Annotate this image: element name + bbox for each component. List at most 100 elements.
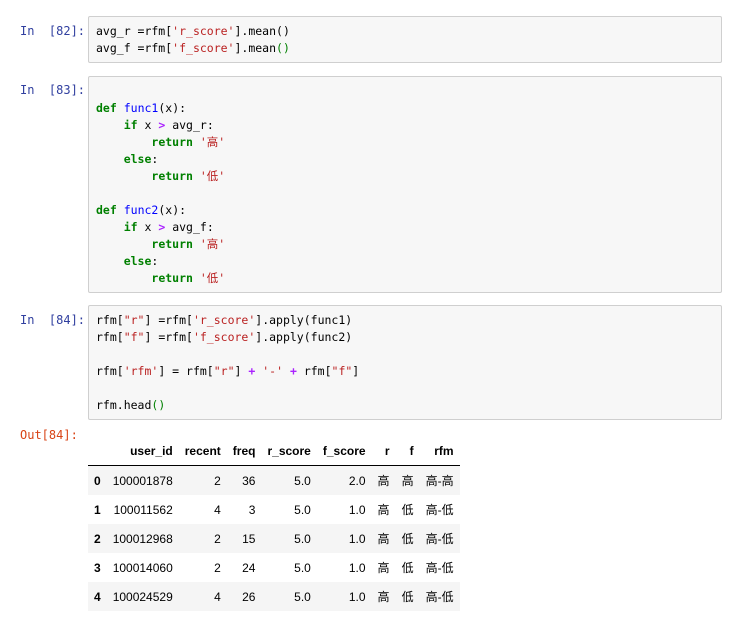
code-line: def func1(x): xyxy=(96,100,225,117)
code-token: def xyxy=(96,203,117,217)
code-token: else xyxy=(123,254,152,268)
table-cell: 高 xyxy=(377,532,390,546)
code-token: rfm[ xyxy=(96,364,124,378)
code-token: func2 xyxy=(123,203,159,217)
table-cell: 高 xyxy=(377,561,390,575)
code-token: rfm.head xyxy=(96,398,152,412)
code-token: : xyxy=(151,152,159,166)
table-cell: 高-高 xyxy=(425,474,454,488)
column-header: recent xyxy=(178,437,227,466)
row-index: 0 xyxy=(94,473,101,488)
row-index: 3 xyxy=(94,560,101,575)
table-cell: 高-低 xyxy=(425,590,454,604)
table-cell: 1.0 xyxy=(348,560,366,575)
column-header: r xyxy=(371,437,396,466)
code-block: avg_r =rfm['r_score'].mean() avg_f =rfm['… xyxy=(96,23,290,57)
table-cell: 24 xyxy=(242,560,256,575)
input-prompt: In [83]: xyxy=(20,83,86,97)
table-cell: 高-低 xyxy=(425,503,454,517)
code-token: ].mean xyxy=(234,41,277,55)
code-block: def func1(x): if x > avg_r: return '高' e… xyxy=(96,83,225,287)
code-token: "f" xyxy=(123,330,145,344)
code-line: if x > avg_r: xyxy=(96,117,225,134)
column-header: f xyxy=(395,437,420,466)
code-token: '低' xyxy=(199,169,226,183)
table-cell: 5.0 xyxy=(294,502,311,517)
code-token: rfm[ xyxy=(296,364,332,378)
code-token: 'r_score' xyxy=(192,313,256,327)
code-token: rfm[ xyxy=(96,313,124,327)
table-cell: 低 xyxy=(401,590,414,604)
table-cell: 5.0 xyxy=(294,589,311,604)
table-cell: 高 xyxy=(377,590,390,604)
table-cell: 5.0 xyxy=(294,560,311,575)
code-line: rfm["r"] =rfm['r_score'].apply(func1) xyxy=(96,312,359,329)
table-cell: 100014060 xyxy=(112,560,173,575)
code-token: + xyxy=(289,364,297,378)
dataframe-output: user_id recent freq r_score f_score r f rfm 0 10… xyxy=(88,437,460,611)
table-cell: 5.0 xyxy=(294,531,311,546)
code-token: (x): xyxy=(158,101,187,115)
column-header: f_score xyxy=(316,437,372,466)
code-block: rfm["r"] =rfm['r_score'].apply(func1) rfm… xyxy=(96,312,359,414)
column-header: user_id xyxy=(106,437,179,466)
code-token: '-' xyxy=(262,364,284,378)
code-input-area[interactable]: avg_r =rfm['r_score'].mean() avg_f =rfm['… xyxy=(88,16,722,63)
code-token: ].mean() xyxy=(234,24,290,38)
code-line: rfm["f"] =rfm['f_score'].apply(func2) xyxy=(96,329,359,346)
code-token: '低' xyxy=(199,271,226,285)
code-token: avg_f =rfm[ xyxy=(96,41,173,55)
code-token: if xyxy=(123,220,138,234)
code-token: ] =rfm[ xyxy=(144,330,193,344)
code-line: avg_r =rfm['r_score'].mean() xyxy=(96,23,290,40)
code-token: rfm[ xyxy=(96,330,124,344)
table-cell: 高 xyxy=(377,474,390,488)
table-cell: 5.0 xyxy=(294,473,311,488)
code-token: x xyxy=(137,220,159,234)
table-cell: 1.0 xyxy=(348,531,366,546)
code-token: () xyxy=(276,41,290,55)
table-cell: 100011562 xyxy=(113,502,173,517)
code-token: ] = rfm[ xyxy=(158,364,214,378)
code-token: "r" xyxy=(213,364,235,378)
table-cell: 26 xyxy=(242,589,256,604)
code-token: if xyxy=(123,118,138,132)
table-cell: 低 xyxy=(401,503,414,517)
row-index: 1 xyxy=(94,502,101,517)
code-token: '高' xyxy=(199,135,226,149)
code-token: 'f_score' xyxy=(192,330,256,344)
code-line: rfm['rfm'] = rfm["r"] + '-' + rfm["f"] xyxy=(96,363,359,380)
code-token: avg_r =rfm[ xyxy=(96,24,173,38)
table-cell: 2 xyxy=(214,560,221,575)
column-header: rfm xyxy=(419,437,460,466)
code-input-area[interactable]: rfm["r"] =rfm['r_score'].apply(func1) rfm… xyxy=(88,305,722,420)
code-line: avg_f =rfm['f_score'].mean() xyxy=(96,40,290,57)
table-cell: 1.0 xyxy=(348,502,366,517)
table-cell: 2 xyxy=(214,473,221,488)
code-token: 'r_score' xyxy=(172,24,235,38)
code-line: return '低' xyxy=(96,168,225,185)
table-cell: 4 xyxy=(214,589,221,604)
code-line: else: xyxy=(96,253,225,270)
table-cell: 2 xyxy=(214,531,221,546)
table-cell: 4 xyxy=(214,502,221,517)
code-token: return xyxy=(151,271,193,285)
row-index: 4 xyxy=(94,589,101,604)
code-token: "f" xyxy=(331,364,353,378)
table-row: 2 100012968 2 15 5.0 1.0 高低高-低 xyxy=(88,524,460,553)
code-token: ] =rfm[ xyxy=(144,313,193,327)
code-input-area[interactable]: def func1(x): if x > avg_r: return '高' e… xyxy=(88,76,722,293)
table-cell: 100001878 xyxy=(112,473,173,488)
